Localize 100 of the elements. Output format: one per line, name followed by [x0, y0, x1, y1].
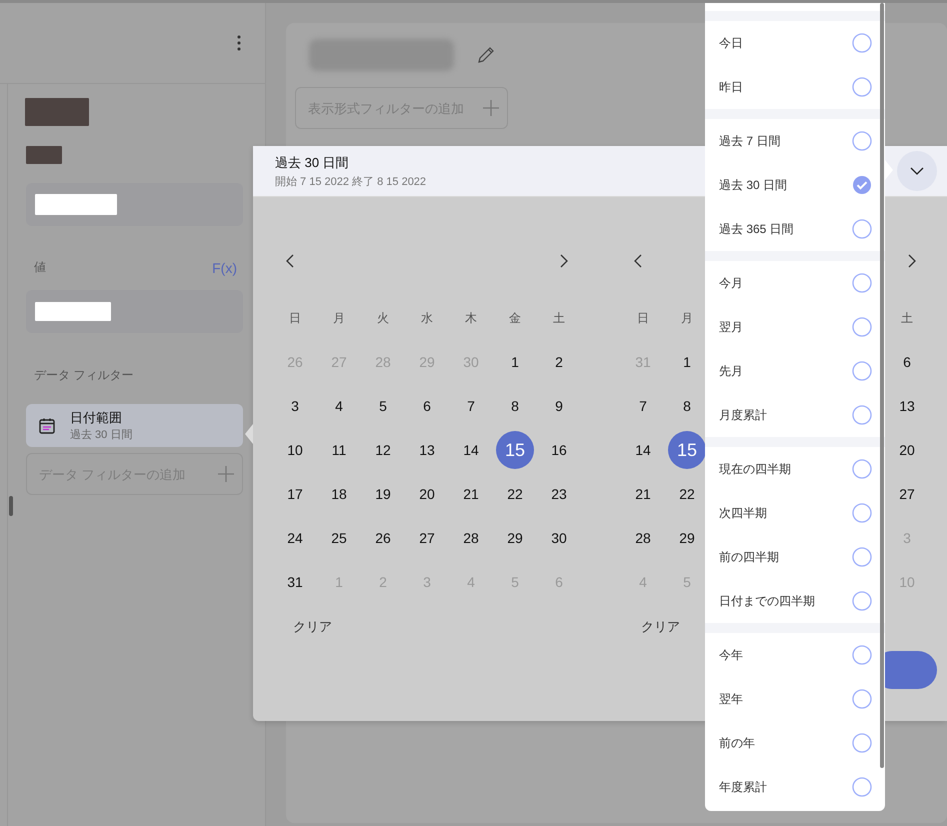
calendar-day[interactable]: 26 — [364, 519, 402, 557]
chevron-right-icon[interactable] — [560, 254, 568, 268]
radio-icon[interactable] — [852, 77, 872, 97]
preset-option[interactable]: 現在の四半期 — [705, 447, 885, 491]
preset-option[interactable]: 前の四半期 — [705, 535, 885, 579]
calendar-day[interactable]: 19 — [364, 475, 402, 513]
expand-button[interactable] — [897, 151, 937, 191]
calendar-day[interactable]: 29 — [668, 519, 706, 557]
calendar-day[interactable]: 22 — [668, 475, 706, 513]
preset-option[interactable]: 昨日 — [705, 65, 885, 109]
calendar-day[interactable]: 23 — [540, 475, 578, 513]
calendar-day[interactable]: 15 — [496, 431, 534, 469]
radio-icon[interactable] — [852, 777, 872, 797]
calendar-day[interactable]: 8 — [496, 387, 534, 425]
preset-option[interactable]: 過去 30 日間 — [705, 163, 885, 207]
calendar-day[interactable]: 1 — [668, 343, 706, 381]
calendar-day[interactable]: 28 — [452, 519, 490, 557]
calendar-day[interactable]: 15 — [668, 431, 706, 469]
radio-icon[interactable] — [852, 317, 872, 337]
radio-icon[interactable] — [852, 547, 872, 567]
date-range-text: 開始 7 15 2022 終了 8 15 2022 — [275, 174, 426, 188]
calendar-day[interactable]: 21 — [624, 475, 662, 513]
preset-option[interactable]: 翌月 — [705, 305, 885, 349]
weekday-label: 水 — [420, 310, 434, 326]
calendar-day[interactable]: 6 — [408, 387, 446, 425]
radio-icon[interactable] — [852, 503, 872, 523]
radio-icon[interactable] — [852, 733, 872, 753]
plus-icon[interactable] — [482, 99, 500, 117]
input-field[interactable] — [26, 183, 243, 226]
calendar-day[interactable]: 20 — [888, 431, 926, 469]
calendar-day[interactable]: 13 — [888, 387, 926, 425]
calendar-day[interactable]: 6 — [888, 343, 926, 381]
calendar-day[interactable]: 12 — [364, 431, 402, 469]
calendar-day[interactable]: 31 — [276, 563, 314, 601]
preset-option[interactable]: 次四半期 — [705, 491, 885, 535]
weekday-label: 土 — [900, 310, 914, 326]
chevron-right-icon[interactable] — [908, 254, 916, 268]
radio-icon[interactable] — [852, 33, 872, 53]
calendar-day[interactable]: 1 — [496, 343, 534, 381]
preset-option[interactable]: 先月 — [705, 349, 885, 393]
calendar-day[interactable]: 4 — [320, 387, 358, 425]
clear-button[interactable]: クリア — [289, 614, 336, 640]
radio-icon[interactable] — [852, 689, 872, 709]
calendar-day[interactable]: 13 — [408, 431, 446, 469]
calendar-day[interactable]: 30 — [540, 519, 578, 557]
clear-button[interactable]: クリア — [637, 614, 684, 640]
weekday-label: 火 — [376, 310, 390, 326]
calendar-day[interactable]: 28 — [624, 519, 662, 557]
radio-icon[interactable] — [852, 591, 872, 611]
calendar-day[interactable]: 21 — [452, 475, 490, 513]
calendar-day[interactable]: 20 — [408, 475, 446, 513]
radio-icon[interactable] — [852, 273, 872, 293]
calendar-day[interactable]: 17 — [276, 475, 314, 513]
calendar-day[interactable]: 14 — [624, 431, 662, 469]
calendar-day[interactable]: 29 — [496, 519, 534, 557]
preset-option[interactable]: 今月 — [705, 261, 885, 305]
calendar-day[interactable]: 2 — [540, 343, 578, 381]
calendar-day[interactable]: 22 — [496, 475, 534, 513]
plus-icon[interactable] — [217, 465, 235, 483]
preset-option[interactable]: 月度累計 — [705, 393, 885, 437]
calendar-day[interactable]: 10 — [276, 431, 314, 469]
calendar-day[interactable]: 5 — [364, 387, 402, 425]
calendar-day[interactable]: 14 — [452, 431, 490, 469]
chevron-left-icon[interactable] — [634, 254, 642, 268]
preset-option[interactable]: 年度累計 — [705, 765, 885, 809]
preset-option[interactable]: 前の年 — [705, 721, 885, 765]
calendar-day[interactable]: 25 — [320, 519, 358, 557]
radio-icon[interactable] — [852, 645, 872, 665]
calendar-day[interactable]: 27 — [408, 519, 446, 557]
preset-option[interactable]: 過去 365 日間 — [705, 207, 885, 251]
pencil-icon[interactable] — [476, 45, 496, 65]
calendar-day[interactable]: 27 — [888, 475, 926, 513]
calendar-day[interactable]: 24 — [276, 519, 314, 557]
preset-option[interactable]: 今日 — [705, 21, 885, 65]
chevron-left-icon[interactable] — [286, 254, 294, 268]
radio-icon[interactable] — [852, 361, 872, 381]
preset-option[interactable]: 今年 — [705, 633, 885, 677]
option-label: 日付までの四半期 — [719, 592, 815, 610]
preset-option[interactable]: 日付までの四半期 — [705, 579, 885, 623]
radio-icon[interactable] — [852, 459, 872, 479]
calendar-day[interactable]: 7 — [624, 387, 662, 425]
filter-item[interactable]: 日付範囲 過去 30 日間 — [26, 404, 243, 447]
calendar-day[interactable]: 16 — [540, 431, 578, 469]
preset-option[interactable]: 過去 7 日間 — [705, 119, 885, 163]
radio-icon[interactable] — [852, 405, 872, 425]
redaction-block — [26, 146, 62, 164]
calendar-day[interactable]: 9 — [540, 387, 578, 425]
radio-icon[interactable] — [852, 219, 872, 239]
scrollbar-thumb[interactable] — [880, 3, 884, 768]
input-field[interactable] — [26, 290, 243, 333]
calendar-day[interactable]: 18 — [320, 475, 358, 513]
radio-checked-icon[interactable] — [852, 175, 872, 195]
calendar-day[interactable]: 8 — [668, 387, 706, 425]
calendar-day[interactable]: 11 — [320, 431, 358, 469]
preset-option[interactable]: 翌年 — [705, 677, 885, 721]
scrollbar-thumb[interactable] — [9, 496, 13, 516]
calendar-day[interactable]: 3 — [276, 387, 314, 425]
more-icon[interactable] — [237, 35, 241, 51]
calendar-day[interactable]: 7 — [452, 387, 490, 425]
radio-icon[interactable] — [852, 131, 872, 151]
